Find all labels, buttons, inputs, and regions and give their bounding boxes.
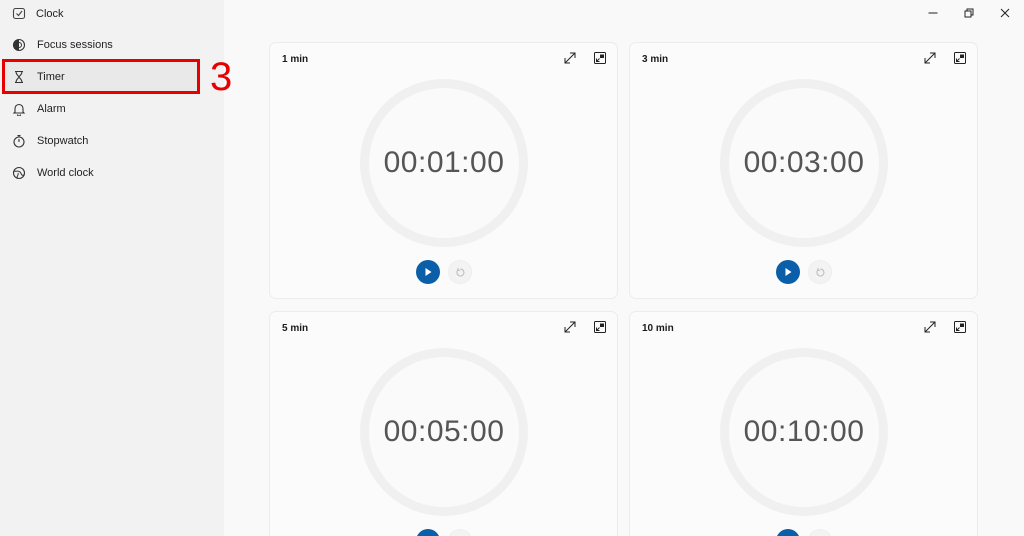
timer-card[interactable]: 10 min 00:10:00 bbox=[629, 311, 978, 536]
bell-icon bbox=[12, 103, 26, 116]
reset-icon bbox=[455, 267, 464, 276]
sidebar-item-focus-sessions[interactable]: Focus sessions bbox=[4, 30, 200, 60]
sidebar-item-stopwatch[interactable]: Stopwatch bbox=[4, 126, 200, 156]
timer-time-display: 00:10:00 bbox=[743, 415, 865, 448]
expand-icon[interactable] bbox=[563, 320, 577, 334]
sidebar-item-label: Alarm bbox=[37, 103, 66, 115]
focus-icon bbox=[12, 38, 26, 52]
keep-on-top-icon[interactable] bbox=[593, 320, 607, 334]
play-icon bbox=[785, 268, 792, 276]
close-icon bbox=[1000, 8, 1010, 18]
play-icon bbox=[425, 268, 432, 276]
minimize-icon bbox=[928, 12, 938, 14]
timer-name: 5 min bbox=[282, 323, 309, 334]
timer-card[interactable]: 3 min 00:03:00 bbox=[629, 42, 978, 299]
reset-button[interactable] bbox=[808, 529, 832, 536]
annotation-step-number: 3 bbox=[210, 55, 233, 99]
sidebar-item-label: Stopwatch bbox=[37, 135, 89, 147]
start-button[interactable] bbox=[776, 260, 800, 284]
timer-name: 10 min bbox=[642, 323, 674, 334]
reset-icon bbox=[815, 267, 824, 276]
timer-time-display: 00:05:00 bbox=[383, 415, 505, 448]
globe-icon bbox=[12, 166, 26, 180]
start-button[interactable] bbox=[776, 529, 800, 536]
timer-card[interactable]: 5 min 00:05:00 bbox=[269, 311, 618, 536]
stopwatch-icon bbox=[13, 134, 25, 148]
app-title: Clock bbox=[36, 8, 64, 20]
timer-name: 1 min bbox=[282, 54, 309, 65]
app-title-bar: Clock bbox=[0, 0, 224, 28]
minimize-button[interactable] bbox=[924, 4, 942, 22]
sidebar-item-world-clock[interactable]: World clock bbox=[4, 158, 200, 188]
keep-on-top-icon[interactable] bbox=[953, 320, 967, 334]
keep-on-top-icon[interactable] bbox=[953, 51, 967, 65]
timer-progress-ring: 00:05:00 bbox=[360, 348, 528, 516]
timer-card[interactable]: 1 min 00:01:00 bbox=[269, 42, 618, 299]
clock-app-icon bbox=[12, 7, 26, 20]
restore-button[interactable] bbox=[960, 4, 978, 22]
start-button[interactable] bbox=[416, 260, 440, 284]
timer-progress-ring: 00:03:00 bbox=[720, 79, 888, 247]
reset-button[interactable] bbox=[808, 260, 832, 284]
close-button[interactable] bbox=[996, 4, 1014, 22]
expand-icon[interactable] bbox=[923, 51, 937, 65]
sidebar-item-alarm[interactable]: Alarm bbox=[4, 94, 200, 124]
timer-time-display: 00:03:00 bbox=[743, 146, 865, 179]
timer-name: 3 min bbox=[642, 54, 669, 65]
annotation-highlight-box bbox=[2, 59, 200, 94]
timer-time-display: 00:01:00 bbox=[383, 146, 505, 179]
expand-icon[interactable] bbox=[923, 320, 937, 334]
reset-button[interactable] bbox=[448, 260, 472, 284]
restore-icon bbox=[964, 8, 974, 18]
expand-icon[interactable] bbox=[563, 51, 577, 65]
start-button[interactable] bbox=[416, 529, 440, 536]
timer-progress-ring: 00:01:00 bbox=[360, 79, 528, 247]
reset-button[interactable] bbox=[448, 529, 472, 536]
sidebar-item-label: Focus sessions bbox=[37, 39, 113, 51]
timer-progress-ring: 00:10:00 bbox=[720, 348, 888, 516]
sidebar-item-label: World clock bbox=[37, 167, 94, 179]
keep-on-top-icon[interactable] bbox=[593, 51, 607, 65]
